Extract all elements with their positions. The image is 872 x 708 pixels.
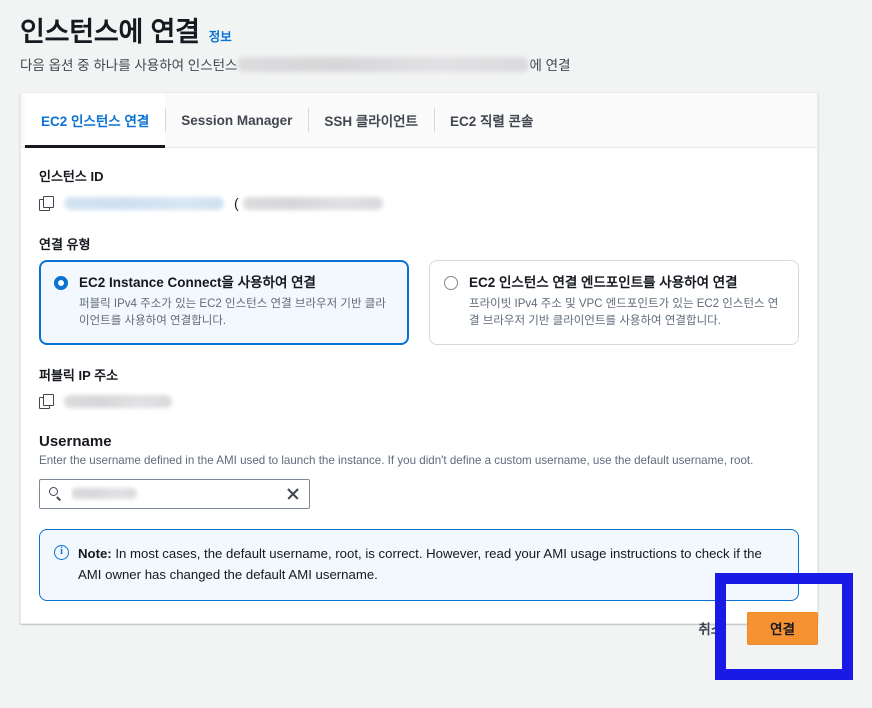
note-alert: i Note: In most cases, the default usern… — [39, 528, 799, 601]
radio-option-texts: EC2 인스턴스 연결 엔드포인트를 사용하여 연결 프라이빗 IPv4 주소 … — [469, 274, 784, 330]
public-ip-label: 퍼블릭 IP 주소 — [39, 367, 119, 383]
page-subtitle: 다음 옵션 중 하나를 사용하여 인스턴스 에 연결 — [20, 54, 852, 74]
username-description: Enter the username defined in the AMI us… — [39, 453, 754, 467]
redacted-username — [71, 488, 137, 500]
note-text: Note: In most cases, the default usernam… — [78, 543, 782, 586]
close-icon[interactable] — [285, 486, 301, 502]
username-label: Username — [39, 432, 112, 450]
note-bold-label: Note: — [78, 545, 112, 561]
instance-id-paren: ( — [234, 195, 239, 211]
redacted-instance-id — [64, 196, 224, 210]
connect-button[interactable]: 연결 — [747, 611, 818, 645]
card-body: 인스턴스 ID ( 연결 유형 EC2 Instance Connect을 사용… — [21, 148, 817, 623]
radio-option-instance-connect[interactable]: EC2 Instance Connect을 사용하여 연결 퍼블릭 IPv4 주… — [39, 260, 409, 345]
search-icon — [49, 486, 63, 501]
info-circle-icon: i — [54, 544, 69, 560]
info-link[interactable]: 정보 — [209, 26, 232, 45]
radio-option-title: EC2 Instance Connect을 사용하여 연결 — [79, 275, 316, 290]
redacted-instance-name — [237, 56, 530, 72]
tab-label: EC2 인스턴스 연결 — [41, 114, 150, 129]
radio-unselected-icon[interactable] — [444, 276, 458, 290]
redacted-instance-name-value — [242, 196, 383, 210]
radio-option-description: 퍼블릭 IPv4 주소가 있는 EC2 인스턴스 연결 브라우저 기반 클라이언… — [79, 298, 386, 327]
tab-label: SSH 클라이언트 — [324, 114, 418, 129]
copy-icon[interactable] — [39, 195, 54, 211]
radio-selected-icon[interactable] — [54, 276, 68, 290]
footer-actions: 취소 연결 — [20, 598, 818, 658]
cancel-button[interactable]: 취소 — [694, 612, 727, 644]
tab-list: EC2 인스턴스 연결 Session Manager SSH 클라이언트 EC… — [21, 93, 817, 148]
note-body: In most cases, the default username, roo… — [78, 545, 762, 583]
page-title-row: 인스턴스에 연결 정보 — [20, 16, 852, 48]
tab-session-manager[interactable]: Session Manager — [165, 93, 308, 147]
public-ip-row — [39, 391, 799, 413]
page-subtitle-prefix: 다음 옵션 중 하나를 사용하여 인스턴스 — [20, 58, 238, 74]
redacted-public-ip — [64, 395, 172, 409]
page-subtitle-suffix: 에 연결 — [529, 58, 571, 74]
username-input-value — [71, 485, 277, 503]
tab-ec2-instance-connect[interactable]: EC2 인스턴스 연결 — [25, 93, 166, 148]
tab-label: Session Manager — [181, 112, 293, 128]
radio-option-description: 프라이빗 IPv4 주소 및 VPC 엔드포인트가 있는 EC2 인스턴스 연결… — [469, 298, 779, 327]
connection-type-options: EC2 Instance Connect을 사용하여 연결 퍼블릭 IPv4 주… — [39, 260, 799, 345]
copy-icon[interactable] — [39, 394, 54, 410]
connection-type-label: 연결 유형 — [39, 237, 91, 252]
radio-option-instance-connect-endpoint[interactable]: EC2 인스턴스 연결 엔드포인트를 사용하여 연결 프라이빗 IPv4 주소 … — [429, 260, 799, 345]
connect-card: EC2 인스턴스 연결 Session Manager SSH 클라이언트 EC… — [20, 92, 818, 624]
radio-option-texts: EC2 Instance Connect을 사용하여 연결 퍼블릭 IPv4 주… — [79, 274, 394, 330]
tab-ssh-client[interactable]: SSH 클라이언트 — [308, 93, 434, 147]
username-input[interactable] — [39, 478, 310, 509]
instance-id-label: 인스턴스 ID — [39, 169, 104, 184]
tab-ec2-serial-console[interactable]: EC2 직렬 콘솔 — [433, 93, 549, 147]
page-header: 인스턴스에 연결 정보 다음 옵션 중 하나를 사용하여 인스턴스 에 연결 — [0, 0, 872, 74]
instance-id-row: ( — [39, 192, 799, 214]
tab-label: EC2 직렬 콘솔 — [449, 114, 534, 129]
radio-option-title: EC2 인스턴스 연결 엔드포인트를 사용하여 연결 — [469, 275, 738, 290]
page-title: 인스턴스에 연결 — [20, 17, 200, 47]
